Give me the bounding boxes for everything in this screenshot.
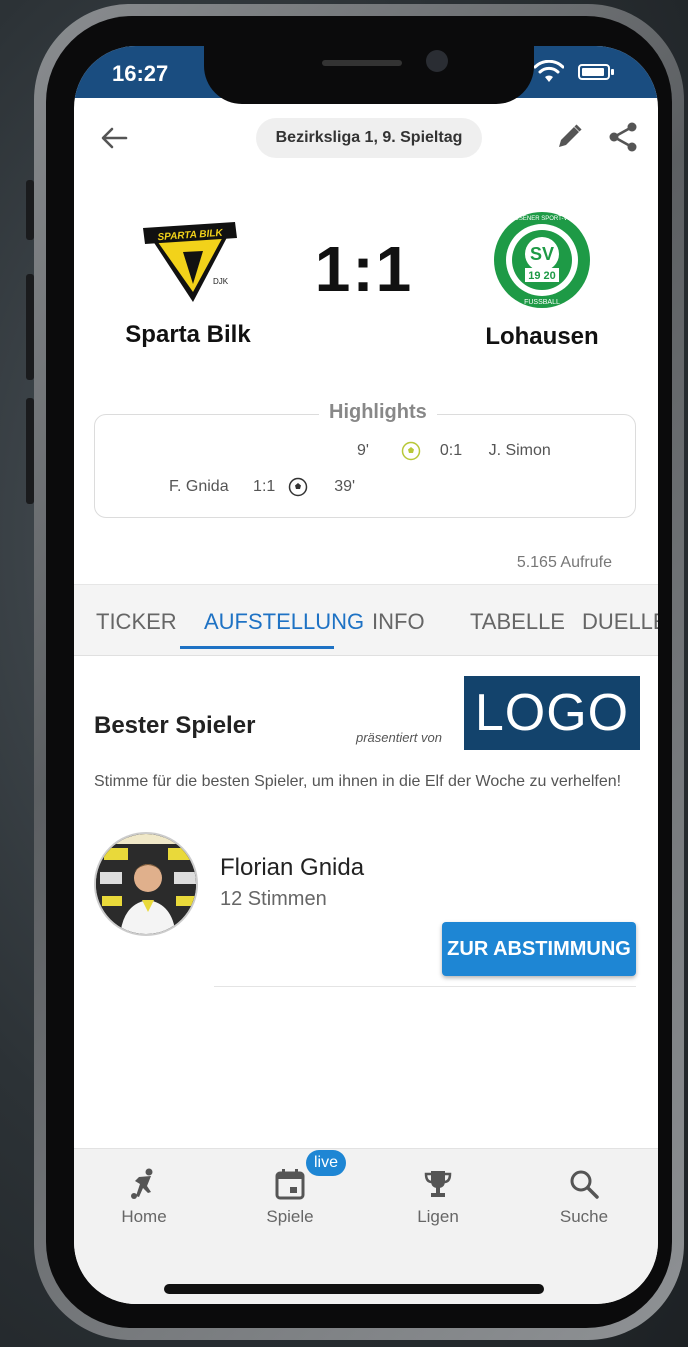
tab-tabelle[interactable]: TABELLE [470, 609, 565, 635]
share-icon[interactable] [606, 120, 640, 154]
lohausen-logo-bottom-text: FUSSBALL [524, 299, 560, 306]
soccer-ball-icon [288, 477, 307, 497]
tab-info[interactable]: INFO [372, 609, 425, 635]
lohausen-logo-ring-text: LOHAUSENER SPORT-VEREIN [498, 216, 586, 222]
nav-label-home: Home [121, 1207, 167, 1226]
live-badge: live [306, 1150, 346, 1176]
sponsor-logo[interactable]: LOGO [464, 676, 640, 750]
app-screen: 16:27 Bezirksliga 1, 9. Spieltag SPARTA … [74, 46, 658, 1304]
battery-icon [578, 64, 614, 80]
nav-home[interactable]: Home [94, 1167, 194, 1227]
best-player-title: Bester Spieler [94, 712, 256, 739]
player-photo [96, 834, 196, 934]
match-tabs: TICKER AUFSTELLUNG INFO TABELLE DUELLE [74, 584, 658, 656]
nav-label-suche: Suche [559, 1207, 609, 1226]
status-time: 16:27 [112, 61, 169, 86]
highlight-event-away: 9' 0:1 J. Simon [357, 441, 551, 461]
event-minute: 39' [334, 478, 356, 496]
home-team-name: Sparta Bilk [125, 321, 251, 348]
nav-label-spiele: Spiele [266, 1207, 314, 1226]
view-count: 5.165 Aufrufe [516, 554, 612, 571]
phone-volume-up-button [26, 274, 34, 380]
phone-side-button [26, 180, 34, 240]
vote-button[interactable]: ZUR ABSTIMMUNG [442, 922, 636, 976]
wifi-icon [534, 60, 564, 82]
home-team[interactable]: SPARTA BILK DJK Sparta Bilk [108, 222, 268, 349]
match-score: 1:1 [314, 233, 414, 305]
tab-ticker[interactable]: TICKER [96, 609, 177, 635]
best-player-description: Stimme für die besten Spieler, um ihnen … [94, 773, 622, 790]
front-camera [426, 50, 448, 72]
svg-text:SV: SV [530, 244, 554, 264]
phone-volume-down-button [26, 398, 34, 504]
nav-ligen[interactable]: Ligen [388, 1167, 488, 1227]
back-arrow-icon[interactable] [96, 120, 132, 156]
lohausen-logo-year: 19 20 [528, 270, 556, 282]
soccer-player-icon [131, 1168, 153, 1199]
tab-duelle[interactable]: DUELLE [582, 609, 658, 635]
phone-notch [204, 46, 534, 104]
status-bar: 16:27 [74, 46, 658, 104]
league-matchday-pill[interactable]: Bezirksliga 1, 9. Spieltag [256, 118, 482, 158]
active-tab-indicator [180, 646, 334, 649]
nav-suche[interactable]: Suche [534, 1167, 634, 1227]
away-team-name: Lohausen [485, 323, 599, 350]
sparta-logo-sub: DJK [213, 277, 229, 286]
trophy-icon [424, 1171, 452, 1197]
highlights-title: Highlights [319, 401, 437, 424]
player-avatar[interactable] [94, 832, 198, 936]
speaker-grille [322, 60, 402, 66]
player-name[interactable]: Florian Gnida [220, 854, 364, 882]
search-icon [570, 1170, 599, 1199]
calendar-icon [275, 1169, 305, 1200]
nav-spiele[interactable]: Spiele [240, 1167, 340, 1227]
event-score: 0:1 [439, 442, 463, 460]
highlights-box[interactable]: Highlights 9' 0:1 J. Simon F. Gnida 1:1 … [94, 401, 636, 518]
away-team[interactable]: SV 19 20 LOHAUSENER SPORT-VEREIN FUSSBAL… [462, 210, 622, 351]
tab-aufstellung[interactable]: AUFSTELLUNG [204, 609, 364, 635]
bottom-navigation: Home Spiele Ligen Suche [74, 1148, 658, 1304]
event-player: J. Simon [488, 442, 551, 460]
event-score: 1:1 [253, 478, 276, 496]
presented-by-label: präsentiert von [356, 730, 442, 745]
event-minute: 9' [357, 442, 369, 460]
sparta-bilk-logo: SPARTA BILK DJK [143, 222, 237, 302]
nav-label-ligen: Ligen [417, 1207, 459, 1226]
player-votes: 12 Stimmen [220, 888, 327, 910]
home-indicator[interactable] [164, 1284, 544, 1294]
event-player: F. Gnida [169, 478, 229, 496]
lohausen-logo: SV 19 20 LOHAUSENER SPORT-VEREIN FUSSBAL… [494, 212, 590, 308]
edit-pencil-icon[interactable] [552, 120, 586, 154]
highlight-event-home: F. Gnida 1:1 39' [169, 477, 355, 497]
soccer-ball-icon [402, 441, 421, 461]
section-divider [214, 986, 636, 987]
